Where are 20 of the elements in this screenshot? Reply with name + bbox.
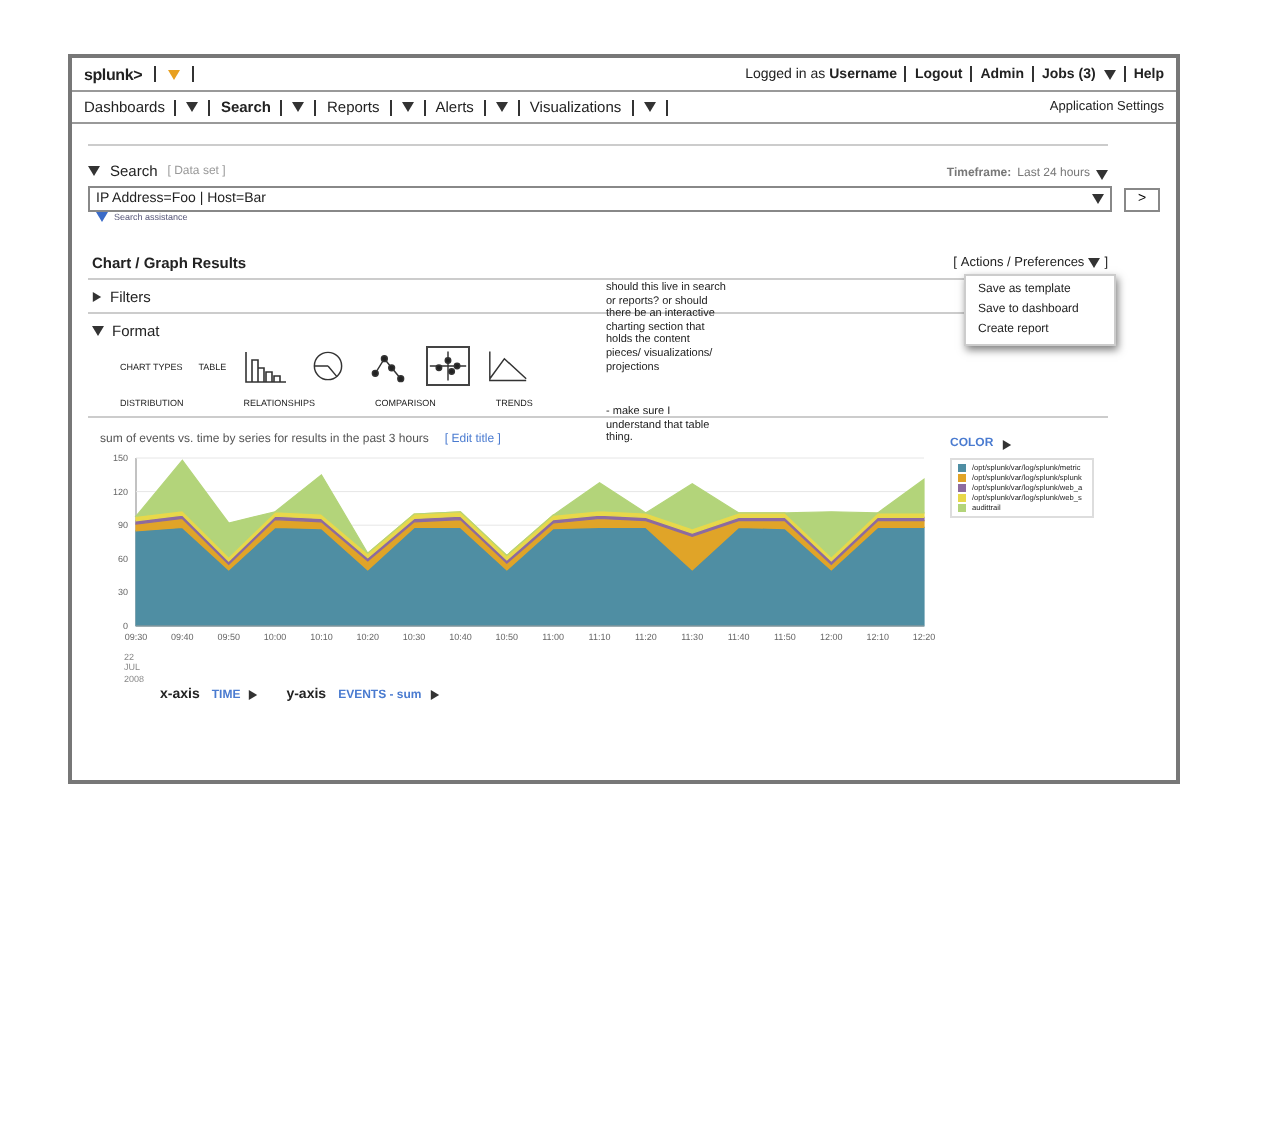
caret-icon [401, 102, 414, 112]
caret-icon [643, 102, 656, 112]
caret-icon [96, 212, 108, 222]
caret-icon [292, 102, 305, 112]
caret-icon [186, 102, 199, 112]
caret-icon [92, 326, 104, 336]
caret-icon [429, 690, 440, 701]
caret-icon [1103, 69, 1116, 79]
caret-icon [248, 690, 259, 701]
logo: splunk> [84, 65, 143, 83]
caret-icon [168, 69, 181, 79]
caret-icon [1096, 169, 1108, 179]
caret-icon [1001, 439, 1012, 449]
caret-icon [495, 102, 508, 112]
caret-icon [1088, 258, 1101, 268]
line-chart-icon[interactable] [486, 346, 531, 386]
quadrant-chart-icon[interactable] [426, 346, 471, 386]
caret-icon [1092, 194, 1104, 204]
bar-chart-icon[interactable] [242, 346, 291, 386]
caret-icon [92, 292, 102, 302]
